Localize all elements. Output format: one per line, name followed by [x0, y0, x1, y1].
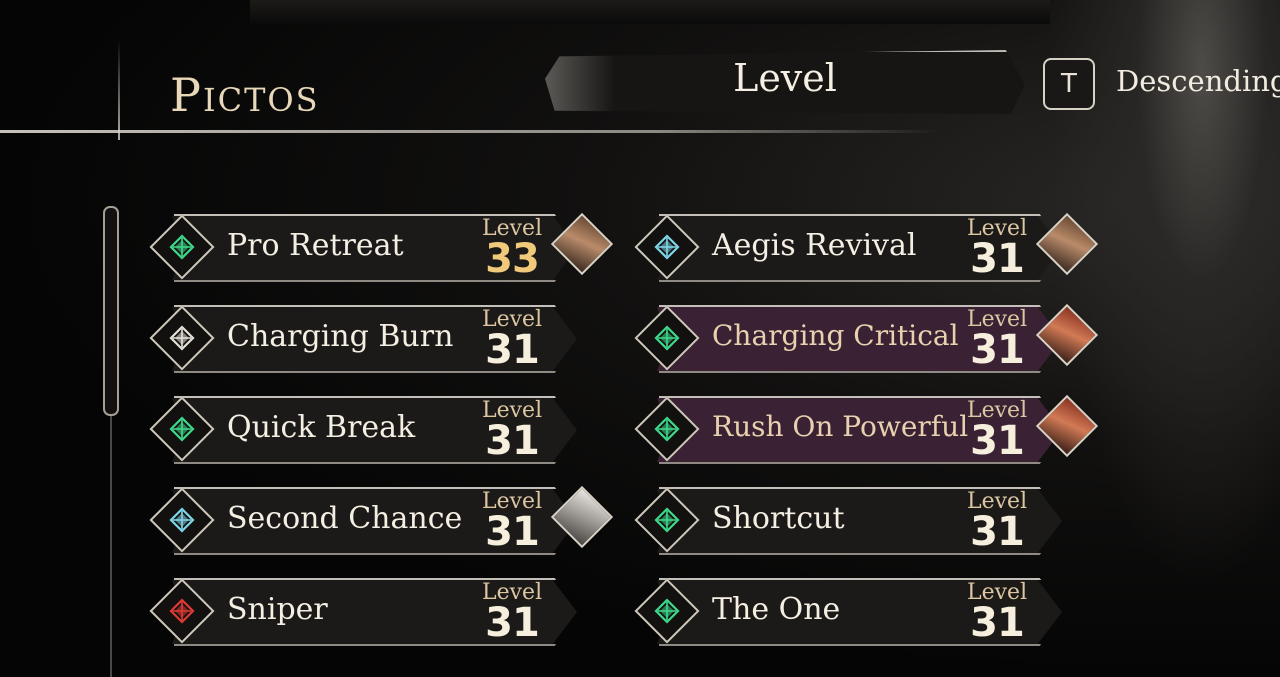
sort-order-label: Descending	[1116, 64, 1280, 98]
level-value: 31	[970, 509, 1025, 555]
picto-name: Charging Burn	[227, 319, 454, 354]
picto-card[interactable]: Charging Burn Level 31	[149, 303, 579, 375]
divider-vertical	[118, 40, 120, 140]
green-rune-icon	[652, 414, 682, 444]
red-rune-icon	[167, 596, 197, 626]
picto-card[interactable]: Pro Retreat Level 33	[149, 212, 614, 284]
level-value: 33	[485, 236, 540, 282]
picto-name: The One	[712, 592, 841, 627]
picto-name: Shortcut	[712, 501, 845, 536]
picto-name: Aegis Revival	[712, 228, 917, 263]
green-rune-icon	[652, 596, 682, 626]
green-rune-icon	[652, 505, 682, 535]
picto-name: Charging Critical	[712, 319, 959, 352]
page-title: Pictos	[170, 68, 320, 122]
green-rune-icon	[167, 232, 197, 262]
level-value: 31	[970, 418, 1025, 464]
level-value: 31	[970, 600, 1025, 646]
picto-name: Second Chance	[227, 501, 463, 536]
picto-name: Quick Break	[227, 410, 416, 445]
picto-name: Pro Retreat	[227, 228, 404, 263]
green-rune-icon	[652, 323, 682, 353]
sort-order-key[interactable]: T	[1043, 58, 1095, 110]
scrollbar-track[interactable]	[110, 416, 112, 677]
picto-card[interactable]: Second Chance Level 31	[149, 485, 614, 557]
top-ornament	[250, 0, 1050, 24]
scrollbar-thumb[interactable]	[103, 206, 119, 416]
level-value: 31	[970, 327, 1025, 373]
level-value: 31	[485, 600, 540, 646]
picto-card[interactable]: Rush On Powerful Level 31	[634, 394, 1099, 466]
picto-card[interactable]: Quick Break Level 31	[149, 394, 579, 466]
level-value: 31	[485, 509, 540, 555]
white-rune-icon	[167, 323, 197, 353]
picto-card[interactable]: The One Level 31	[634, 576, 1064, 648]
divider	[0, 130, 940, 133]
level-value: 31	[485, 418, 540, 464]
picto-card[interactable]: Aegis Revival Level 31	[634, 212, 1099, 284]
picto-name: Rush On Powerful	[712, 410, 969, 443]
level-value: 31	[485, 327, 540, 373]
teal-rune-icon	[167, 505, 197, 535]
picto-card[interactable]: Shortcut Level 31	[634, 485, 1064, 557]
sort-label[interactable]: Level	[545, 56, 1025, 100]
picto-card[interactable]: Charging Critical Level 31	[634, 303, 1099, 375]
picto-name: Sniper	[227, 592, 328, 627]
teal-rune-icon	[652, 232, 682, 262]
picto-card[interactable]: Sniper Level 31	[149, 576, 579, 648]
green-rune-icon	[167, 414, 197, 444]
level-value: 31	[970, 236, 1025, 282]
